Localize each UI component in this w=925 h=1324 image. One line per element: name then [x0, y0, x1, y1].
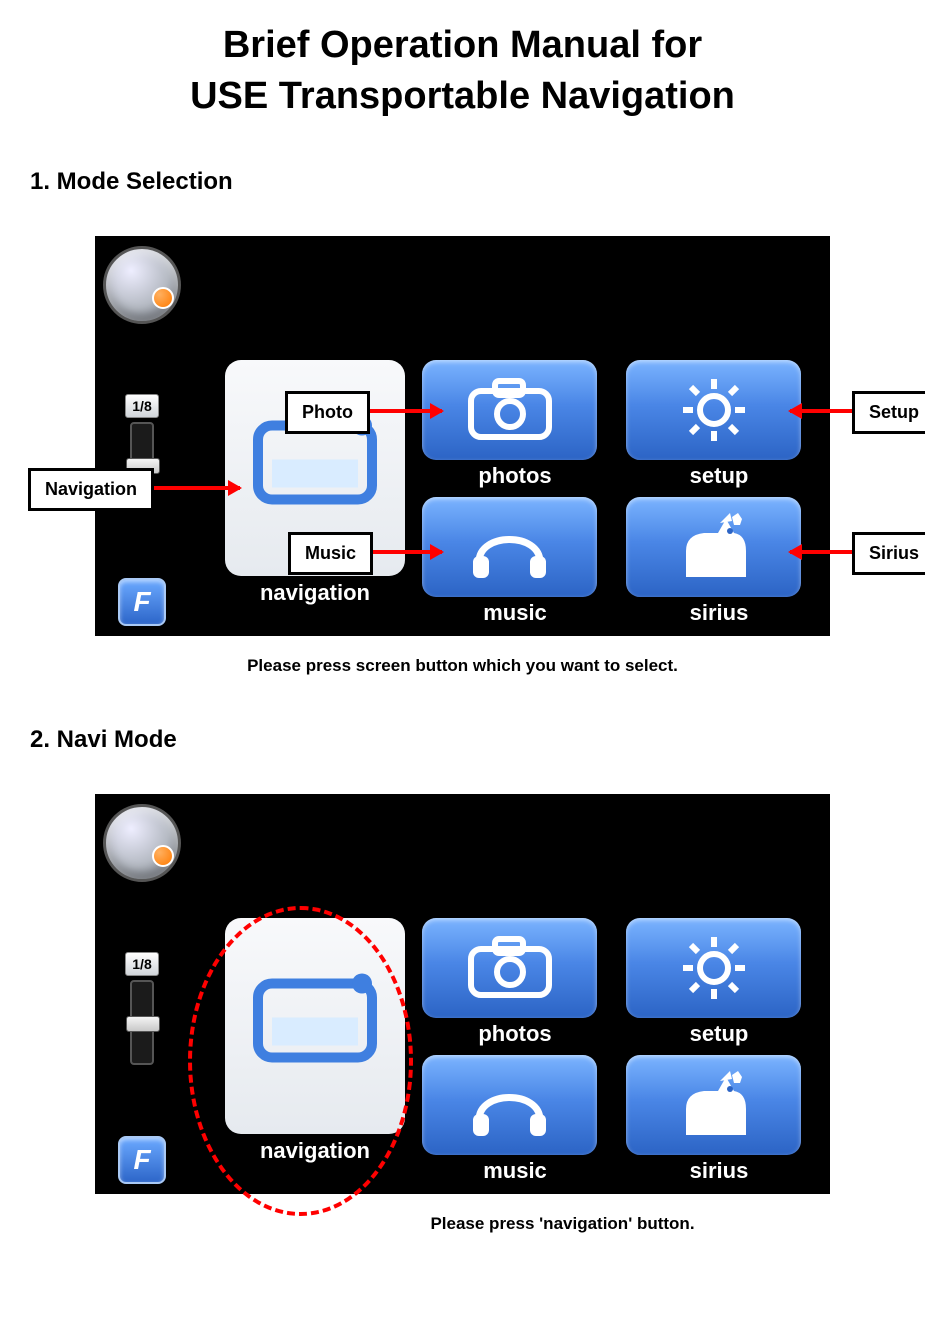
scale-label-2: 1/8 [125, 952, 158, 976]
callout-setup: Setup [852, 391, 925, 434]
title-line-1: Brief Operation Manual for [223, 24, 702, 66]
photos-button-2[interactable] [422, 918, 597, 1018]
photos-button[interactable] [422, 360, 597, 460]
arrow-navigation [150, 486, 240, 490]
arrow-music [371, 550, 442, 554]
setup-button[interactable] [626, 360, 801, 460]
section-1-heading: 1. Mode Selection [20, 168, 905, 196]
device-screen-1: N 1/8 F navigation [95, 236, 830, 636]
tiles-grid: photos setup [422, 360, 812, 626]
sirius-label: sirius [626, 600, 812, 626]
arrow-sirius [790, 550, 855, 554]
figure-2-caption: Please press 'navigation' button. [20, 1214, 905, 1234]
figure-1-caption: Please press screen button which you wan… [20, 656, 905, 676]
f-button-2[interactable]: F [118, 1136, 166, 1184]
zoom-slider-block-2: 1/8 [107, 952, 177, 1065]
callout-photo: Photo [285, 391, 370, 434]
compass-n-label: N [156, 289, 163, 299]
figure-1-wrap: Navigation Photo Music Setup Sirius N 1/… [20, 236, 905, 636]
sirius-dog-icon [674, 511, 754, 583]
sirius-dog-icon-2 [674, 1069, 754, 1141]
photos-label: photos [422, 463, 608, 489]
photos-label-2: photos [422, 1021, 608, 1047]
left-rail-2: N 1/8 F [99, 798, 185, 1190]
buttons-area: navigation photos [185, 240, 826, 632]
left-rail: N 1/8 F [99, 240, 185, 632]
title-line-2: USE Transportable Navigation [190, 75, 735, 117]
gear-icon-2 [679, 933, 749, 1003]
music-button-2[interactable] [422, 1055, 597, 1155]
scale-label: 1/8 [125, 394, 158, 418]
tiles-grid-2: photos setup [422, 918, 812, 1184]
highlight-navigation-oval [188, 906, 413, 1216]
compass-icon[interactable]: N [103, 246, 181, 324]
navigation-label: navigation [215, 580, 415, 606]
figure-2-wrap: N 1/8 F navigation [20, 794, 905, 1194]
section-2-heading: 2. Navi Mode [20, 726, 905, 754]
setup-button-2[interactable] [626, 918, 801, 1018]
camera-icon-2 [465, 935, 555, 1000]
f-button[interactable]: F [118, 578, 166, 626]
zoom-slider-2[interactable] [130, 980, 154, 1065]
music-button[interactable] [422, 497, 597, 597]
compass-icon-2[interactable]: N [103, 804, 181, 882]
arrow-setup [790, 409, 855, 413]
compass-n-label-2: N [156, 847, 163, 857]
sirius-button-2[interactable] [626, 1055, 801, 1155]
music-label-2: music [422, 1158, 608, 1184]
headphones-icon [467, 512, 552, 582]
setup-label: setup [626, 463, 812, 489]
camera-icon [465, 377, 555, 442]
headphones-icon-2 [467, 1070, 552, 1140]
gear-icon [679, 375, 749, 445]
music-label: music [422, 600, 608, 626]
callout-sirius: Sirius [852, 532, 925, 575]
sirius-button[interactable] [626, 497, 801, 597]
sirius-label-2: sirius [626, 1158, 812, 1184]
callout-music: Music [288, 532, 373, 575]
callout-navigation: Navigation [28, 468, 154, 511]
setup-label-2: setup [626, 1021, 812, 1047]
document-title: Brief Operation Manual for USE Transport… [20, 20, 905, 123]
zoom-slider-thumb-2[interactable] [126, 1016, 160, 1032]
arrow-photo [370, 409, 442, 413]
